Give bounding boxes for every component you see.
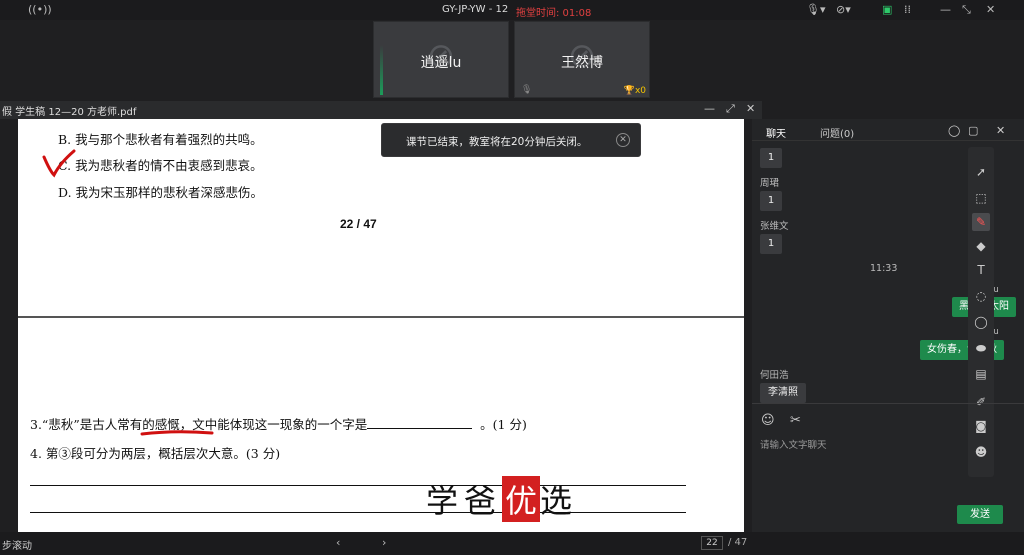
toast-message: 课节已结束，教室将在20分钟后关闭。 xyxy=(406,136,588,148)
pdf-filename: 假 学生稿 12—20 方老师.pdf xyxy=(2,107,137,118)
close-icon[interactable]: ✕ xyxy=(616,133,630,147)
question-4: 4. 第③段可分为两层，概括层次大意。(3 分) xyxy=(30,446,281,461)
chat-tabs: 聊天 问题(0) ◯ ▢ ✕ xyxy=(752,119,1024,141)
pointer-icon[interactable]: ➚ xyxy=(972,163,990,181)
chat-input[interactable]: 请输入文字聊天 xyxy=(760,437,827,451)
overtime-timer: 拖堂时间: 01:08 xyxy=(516,8,592,19)
users-icon[interactable]: ☻ xyxy=(972,443,990,461)
chat-message: 李清照 xyxy=(760,383,806,403)
expand-icon[interactable]: ⤢ xyxy=(726,102,735,116)
screen-share-icon[interactable]: ▣ xyxy=(882,3,892,16)
page-input[interactable]: 22 xyxy=(701,536,723,550)
option-c: C. 我为悲秋者的情不由衷感到悲哀。 xyxy=(58,158,263,173)
pen-icon[interactable]: ✎ xyxy=(972,213,990,231)
select-icon[interactable]: ⬚ xyxy=(972,189,990,207)
underline-annotation xyxy=(140,430,214,436)
class-ended-toast: 课节已结束，教室将在20分钟后关闭。 ✕ xyxy=(381,123,641,157)
participant-name: 王然博 xyxy=(561,55,603,71)
audio-level-bar xyxy=(380,45,383,95)
microphone-icon[interactable]: 🎙▾ xyxy=(806,3,826,16)
emoji-icon[interactable]: ☺ xyxy=(761,413,775,428)
question-3: 3.“悲秋”是古人常有的感慨，文中能体现这一现象的一个字是 。(1 分) xyxy=(30,417,527,432)
close-icon[interactable]: ✕ xyxy=(996,124,1005,137)
pdf-viewer[interactable]: B. 我与那个悲秋者有着强烈的共鸣。 C. 我为悲秋者的情不由衷感到悲哀。 D.… xyxy=(18,119,744,532)
signal-icon: ((•)) xyxy=(28,3,52,16)
class-title: GY-JP-YW - 12 xyxy=(442,4,509,15)
top-bar: ((•)) GY-JP-YW - 12 拖堂时间: 01:08 🎙▾ ⊘▾ ▣ … xyxy=(0,0,1024,20)
answer-line xyxy=(30,512,686,513)
prev-page-icon[interactable]: ‹ xyxy=(336,536,340,549)
page-indicator: 22 / 47 xyxy=(340,217,377,231)
minimize-icon[interactable]: — xyxy=(940,3,951,16)
chat-toggle-icon[interactable]: ◙ xyxy=(972,417,990,435)
watermark-logo: 学爸优选 xyxy=(426,476,578,522)
circle-icon[interactable]: ◯ xyxy=(972,313,990,331)
send-button[interactable]: 发送 xyxy=(957,505,1003,524)
video-tile[interactable]: ⊘ 王然博 🎙 🏆x0 xyxy=(514,21,650,98)
chat-message: 1 xyxy=(760,191,782,211)
restore-icon[interactable]: ⤡ xyxy=(962,3,971,17)
option-d: D. 我为宋玉那样的悲秋者深感悲伤。 xyxy=(58,185,264,200)
page-separator xyxy=(18,316,744,318)
option-b: B. 我与那个悲秋者有着强烈的共鸣。 xyxy=(58,132,263,147)
chat-sender: 何田浩 xyxy=(760,370,789,381)
trophy-count: 🏆x0 xyxy=(623,86,646,96)
next-page-icon[interactable]: › xyxy=(382,536,386,549)
popout-icon[interactable]: ▢ xyxy=(968,124,978,137)
text-icon[interactable]: T xyxy=(972,261,990,279)
shape-icon[interactable]: ◌ xyxy=(972,287,990,305)
answer-line xyxy=(30,485,686,486)
camera-off-icon[interactable]: ⊘▾ xyxy=(836,3,851,16)
input-divider xyxy=(752,403,1024,404)
close-icon[interactable]: ✕ xyxy=(986,3,995,16)
close-icon[interactable]: ✕ xyxy=(746,102,755,115)
chat-sender: 张维文 xyxy=(760,221,789,232)
pdf-bottom-bar: 步滚动 ‹ › 22 / 47 xyxy=(0,532,1024,555)
tab-chat[interactable]: 聊天 xyxy=(766,125,786,140)
pdf-window-titlebar: 假 学生稿 12—20 方老师.pdf — ⤢ ✕ xyxy=(0,101,762,119)
page-total: / 47 xyxy=(728,537,748,548)
grid-icon[interactable]: ⁞⁞ xyxy=(904,3,911,16)
chat-panel: 聊天 问题(0) ◯ ▢ ✕ 1 周珺 1 张维文 1 11:33 逍遥lu 黑… xyxy=(752,119,1024,532)
chat-message: 1 xyxy=(760,148,782,168)
scissors-icon[interactable]: ✂ xyxy=(790,413,801,428)
checkmark-annotation xyxy=(42,149,76,178)
chat-message: 1 xyxy=(760,234,782,254)
answer-blank xyxy=(367,417,473,429)
eraser-icon[interactable]: ◆ xyxy=(972,237,990,255)
chat-bubble-icon[interactable]: ◯ xyxy=(948,124,960,137)
sync-scroll-label[interactable]: 步滚动 xyxy=(2,537,32,552)
classroom-window: ((•)) GY-JP-YW - 12 拖堂时间: 01:08 🎙▾ ⊘▾ ▣ … xyxy=(0,0,1024,555)
paint-icon[interactable]: ⬬ xyxy=(972,339,990,357)
chat-timestamp: 11:33 xyxy=(870,263,898,274)
video-tile[interactable]: ⊘ 逍遥lu xyxy=(373,21,509,98)
minimize-icon[interactable]: — xyxy=(704,102,715,115)
tab-questions[interactable]: 问题(0) xyxy=(820,125,854,140)
toolbox-icon[interactable]: ▤ xyxy=(972,365,990,383)
chat-sender: 周珺 xyxy=(760,178,780,189)
mic-muted-icon: 🎙 xyxy=(521,85,533,95)
edit-icon[interactable]: ✐ xyxy=(972,393,990,411)
whiteboard-toolbar: ➚ ⬚ ✎ ◆ T ◌ ◯ ⬬ ▤ ✐ ◙ ☻ xyxy=(968,147,994,477)
participant-name: 逍遥lu xyxy=(420,55,462,71)
